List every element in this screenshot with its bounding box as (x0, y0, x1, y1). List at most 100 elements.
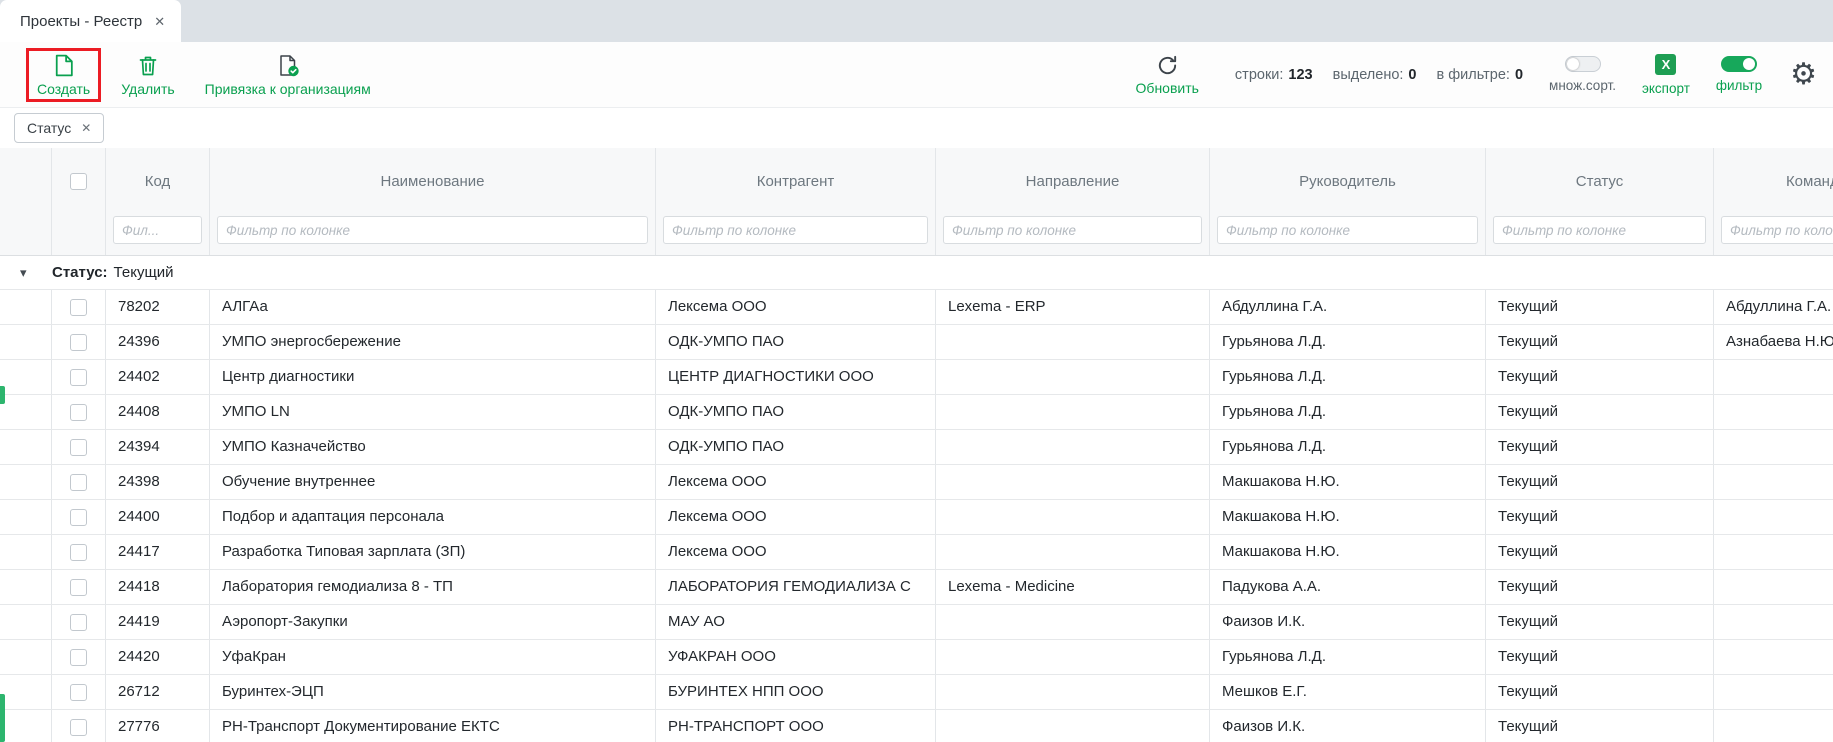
filter-input-manager[interactable] (1217, 216, 1478, 244)
delete-button[interactable]: Удалить (111, 49, 184, 101)
cell-team (1714, 570, 1833, 604)
cell-name: УМПО энергосбережение (210, 325, 656, 359)
cell-counterparty: ЦЕНТР ДИАГНОСТИКИ ООО (656, 360, 936, 394)
multisort-toggle-icon[interactable] (1565, 56, 1601, 72)
cell-status: Текущий (1486, 325, 1714, 359)
row-checkbox[interactable] (70, 334, 87, 351)
row-checkbox[interactable] (70, 649, 87, 666)
filter-cell-manager (1210, 214, 1486, 255)
row-checkbox[interactable] (70, 614, 87, 631)
select-all-cell (52, 148, 106, 214)
document-check-icon (275, 53, 301, 78)
filter-toggle-icon[interactable] (1721, 56, 1757, 72)
cell-name: Центр диагностики (210, 360, 656, 394)
cell-code: 24396 (106, 325, 210, 359)
cell-counterparty: Лексема ООО (656, 535, 936, 569)
multisort-toggle[interactable]: множ.сорт. (1549, 56, 1616, 93)
export-button[interactable]: X экспорт (1642, 54, 1690, 96)
cell-name: УМПО Казначейство (210, 430, 656, 464)
filter-input-direction[interactable] (943, 216, 1202, 244)
cell-code: 24402 (106, 360, 210, 394)
row-checkbox[interactable] (70, 544, 87, 561)
row-checkbox[interactable] (70, 299, 87, 316)
row-checkbox[interactable] (70, 404, 87, 421)
table-row[interactable]: 24418Лаборатория гемодиализа 8 - ТПЛАБОР… (0, 570, 1833, 605)
table-row[interactable]: 24420УфаКранУФАКРАН ОООГурьянова Л.Д.Тек… (0, 640, 1833, 675)
column-header-team[interactable]: Команда (1714, 148, 1833, 214)
row-expand-cell (0, 500, 52, 534)
table-row[interactable]: 24394УМПО КазначействоОДК-УМПО ПАОГурьян… (0, 430, 1833, 465)
row-expand-cell (0, 395, 52, 429)
create-button[interactable]: Создать (26, 48, 101, 102)
row-check-cell (52, 500, 106, 534)
table-row[interactable]: 24398Обучение внутреннееЛексема ОООМакша… (0, 465, 1833, 500)
table-row[interactable]: 27776РН-Транспорт Документирование ЕКТСР… (0, 710, 1833, 742)
filter-input-code[interactable] (113, 216, 202, 244)
column-header-counterparty[interactable]: Контрагент (656, 148, 936, 214)
column-header-status[interactable]: Статус (1486, 148, 1714, 214)
row-checkbox[interactable] (70, 509, 87, 526)
filter-input-name[interactable] (217, 216, 648, 244)
cell-name: РН-Транспорт Документирование ЕКТС (210, 710, 656, 742)
cell-team (1714, 430, 1833, 464)
tab-bar: Проекты - Реестр ✕ (0, 0, 1833, 42)
filter-input-status[interactable] (1493, 216, 1706, 244)
cell-code: 24420 (106, 640, 210, 674)
row-check-cell (52, 570, 106, 604)
row-checkbox[interactable] (70, 719, 87, 736)
cell-name: Буринтех-ЭЦП (210, 675, 656, 709)
filter-chip-status[interactable]: Статус ✕ (14, 113, 104, 143)
cell-code: 24394 (106, 430, 210, 464)
column-header-manager[interactable]: Руководитель (1210, 148, 1486, 214)
cell-counterparty: Лексема ООО (656, 465, 936, 499)
row-check-cell (52, 710, 106, 742)
cell-status: Текущий (1486, 605, 1714, 639)
cell-counterparty: БУРИНТЕХ НПП ООО (656, 675, 936, 709)
refresh-button[interactable]: Обновить (1126, 50, 1209, 100)
row-checkbox[interactable] (70, 579, 87, 596)
table-row[interactable]: 26712Буринтех-ЭЦПБУРИНТЕХ НПП ОООМешков … (0, 675, 1833, 710)
table-row[interactable]: 24417Разработка Типовая зарплата (ЗП)Лек… (0, 535, 1833, 570)
table-row[interactable]: 78202АЛГАаЛексема ОООLexema - ERPАбдулли… (0, 290, 1833, 325)
cell-team (1714, 640, 1833, 674)
column-header-name[interactable]: Наименование (210, 148, 656, 214)
collapse-group-icon[interactable]: ▾ (20, 265, 52, 281)
left-edge-indicator (0, 694, 5, 742)
row-checkbox[interactable] (70, 684, 87, 701)
cell-code: 24400 (106, 500, 210, 534)
filter-input-team[interactable] (1721, 216, 1833, 244)
cell-status: Текущий (1486, 710, 1714, 742)
table-row[interactable]: 24402Центр диагностикиЦЕНТР ДИАГНОСТИКИ … (0, 360, 1833, 395)
cell-counterparty: МАУ АО (656, 605, 936, 639)
cell-manager: Гурьянова Л.Д. (1210, 395, 1486, 429)
table-row[interactable]: 24419Аэропорт-ЗакупкиМАУ АОФаизов И.К.Те… (0, 605, 1833, 640)
group-row-status-current[interactable]: ▾ Статус: Текущий (0, 256, 1833, 290)
row-checkbox[interactable] (70, 474, 87, 491)
column-header-code[interactable]: Код (106, 148, 210, 214)
settings-gear-icon[interactable]: ⚙ (1788, 60, 1817, 90)
cell-manager: Макшакова Н.Ю. (1210, 465, 1486, 499)
filter-toggle[interactable]: фильтр (1716, 56, 1762, 93)
select-all-checkbox[interactable] (70, 173, 87, 190)
chip-close-icon[interactable]: ✕ (81, 121, 91, 135)
table-row[interactable]: 24408УМПО LNОДК-УМПО ПАОГурьянова Л.Д.Те… (0, 395, 1833, 430)
table-row[interactable]: 24396УМПО энергосбережениеОДК-УМПО ПАОГу… (0, 325, 1833, 360)
tab-projects-registry[interactable]: Проекты - Реестр ✕ (0, 0, 181, 42)
tab-close-icon[interactable]: ✕ (154, 15, 165, 28)
toolbar-right-group: Обновить строки:123 выделено:0 в фильтре… (1126, 50, 1817, 100)
link-organizations-button[interactable]: Привязка к организациям (195, 49, 381, 101)
excel-export-icon: X (1655, 54, 1676, 75)
row-checkbox[interactable] (70, 439, 87, 456)
filter-input-counterparty[interactable] (663, 216, 928, 244)
cell-code: 24418 (106, 570, 210, 604)
row-checkbox[interactable] (70, 369, 87, 386)
toolbar: Создать Удалить Привязка к орг (0, 42, 1833, 108)
column-header-direction[interactable]: Направление (936, 148, 1210, 214)
row-check-cell (52, 430, 106, 464)
group-label: Статус: (52, 264, 108, 281)
table-row[interactable]: 24400Подбор и адаптация персоналаЛексема… (0, 500, 1833, 535)
cell-status: Текущий (1486, 465, 1714, 499)
expand-column-header (0, 148, 52, 214)
row-expand-cell (0, 535, 52, 569)
cell-manager: Макшакова Н.Ю. (1210, 500, 1486, 534)
